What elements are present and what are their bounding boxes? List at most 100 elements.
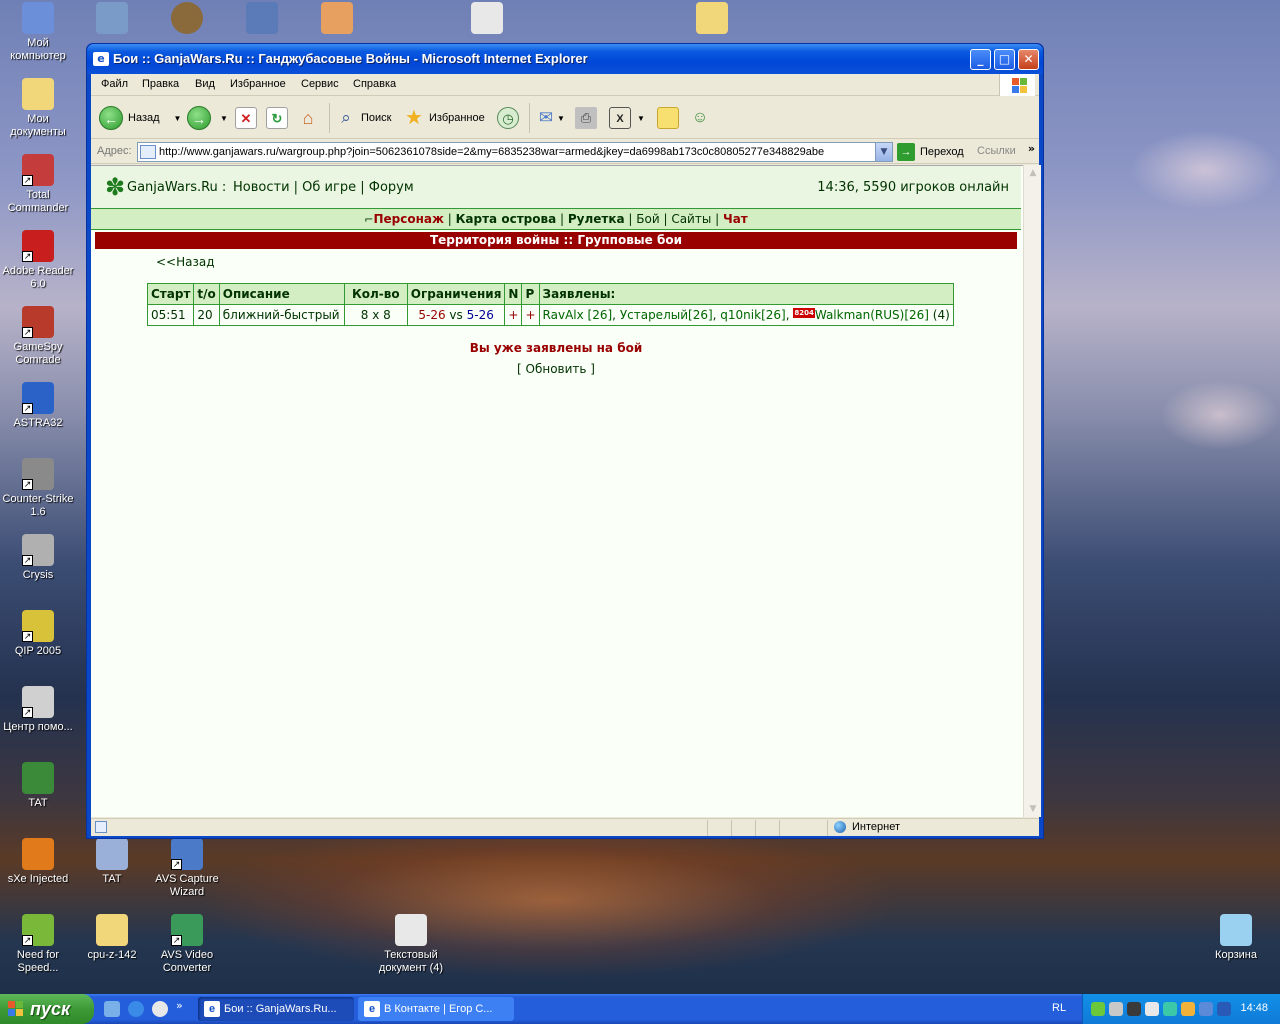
- menu-map-link[interactable]: Карта острова: [456, 212, 557, 226]
- volume-icon[interactable]: [1145, 1002, 1159, 1016]
- language-indicator[interactable]: RL: [1052, 1002, 1066, 1014]
- desktop-icon-counter-strike[interactable]: ↗ Counter-Strike 1.6: [0, 458, 76, 519]
- taskbar-button-ganjawars[interactable]: e Бои :: GanjaWars.Ru...: [198, 997, 354, 1021]
- player-link[interactable]: q10nik[26]: [720, 308, 785, 322]
- scroll-down-arrow-icon[interactable]: ▼: [1025, 801, 1041, 817]
- messenger-button[interactable]: ☺: [689, 105, 711, 131]
- menu-chat-link[interactable]: Чат: [723, 212, 748, 226]
- clock[interactable]: 14:48: [1240, 1002, 1268, 1014]
- stop-button[interactable]: ✕: [235, 105, 257, 131]
- desktop-icon-qip[interactable]: ↗ QIP 2005: [0, 610, 76, 658]
- menu-file[interactable]: Файл: [101, 78, 128, 90]
- menu-edit[interactable]: Правка: [142, 78, 179, 90]
- desktop-icon-hidden[interactable]: [149, 2, 225, 37]
- player-link[interactable]: RavAlx [26]: [543, 308, 613, 322]
- desktop-icon-hidden[interactable]: [224, 2, 300, 37]
- forward-button[interactable]: → ▼: [187, 105, 228, 131]
- menu-fight-link[interactable]: Бой: [636, 212, 659, 226]
- site-name[interactable]: GanjaWars.Ru :: [127, 180, 226, 195]
- menu-favorites[interactable]: Избранное: [230, 78, 286, 90]
- ganja-leaf-logo-icon[interactable]: ✽: [105, 172, 125, 202]
- nav-about-link[interactable]: Об игре: [302, 180, 356, 195]
- desktop-icon-hidden[interactable]: [74, 2, 150, 37]
- chevron-down-icon[interactable]: ▼: [637, 114, 645, 123]
- window-titlebar[interactable]: e Бои :: GanjaWars.Ru :: Ганджубасовые В…: [87, 44, 1043, 74]
- chevron-right-icon[interactable]: »: [176, 1000, 192, 1017]
- ie-icon[interactable]: [128, 1001, 144, 1017]
- network-icon[interactable]: [1217, 1002, 1231, 1016]
- url-input[interactable]: [159, 144, 871, 160]
- favorites-button[interactable]: ★ Избранное: [403, 105, 485, 131]
- minimize-button[interactable]: _: [970, 49, 991, 70]
- desktop-icon-gamespy[interactable]: ↗ GameSpy Comrade: [0, 306, 76, 367]
- desktop-icon-sxe-injected[interactable]: sXe Injected: [0, 838, 76, 886]
- print-button[interactable]: ⎙: [575, 105, 597, 131]
- already-applied-message: Вы уже заявлены на бой: [469, 341, 643, 355]
- media-player-icon[interactable]: [152, 1001, 168, 1017]
- syndicate-badge-icon[interactable]: 8204: [793, 308, 815, 318]
- menu-help[interactable]: Справка: [353, 78, 396, 90]
- close-button[interactable]: ✕: [1018, 49, 1039, 70]
- tray-icon[interactable]: [1091, 1002, 1105, 1016]
- chevron-right-icon[interactable]: »: [1028, 142, 1035, 155]
- chevron-down-icon[interactable]: ▼: [174, 114, 182, 123]
- player-link[interactable]: Walkman(RUS)[26]: [815, 308, 929, 322]
- desktop-icon-my-documents[interactable]: Мои документы: [0, 78, 76, 139]
- desktop-icon-hidden[interactable]: [449, 2, 525, 37]
- tray-icon[interactable]: [1127, 1002, 1141, 1016]
- go-button[interactable]: → Переход: [897, 143, 964, 161]
- links-label[interactable]: Ссылки: [977, 145, 1016, 157]
- desktop-icon-avs-video[interactable]: ↗ AVS Video Converter: [149, 914, 225, 975]
- desktop-icon-hidden[interactable]: [674, 2, 750, 37]
- tray-icon[interactable]: [1199, 1002, 1213, 1016]
- show-desktop-icon[interactable]: [104, 1001, 120, 1017]
- desktop-icon-tat[interactable]: TAT: [0, 762, 76, 810]
- desktop-icon-total-commander[interactable]: ↗ Total Commander: [0, 154, 76, 215]
- cell-n[interactable]: +: [504, 304, 523, 326]
- search-button[interactable]: ⌕ Поиск: [335, 105, 391, 131]
- desktop-icon-help-center[interactable]: ↗ Центр помо...: [0, 686, 76, 734]
- nav-news-link[interactable]: Новости: [233, 180, 290, 195]
- chevron-down-icon[interactable]: ▼: [220, 114, 228, 123]
- desktop-icon-astra32[interactable]: ↗ ASTRA32: [0, 382, 76, 430]
- desktop-icon-hidden[interactable]: [299, 2, 375, 37]
- home-button[interactable]: ⌂: [297, 105, 319, 131]
- back-link[interactable]: <<Назад: [156, 255, 215, 269]
- vertical-scrollbar[interactable]: ▲ ▼: [1023, 165, 1041, 817]
- chevron-down-icon[interactable]: ▼: [875, 143, 892, 161]
- desktop-icon-text-document[interactable]: Текстовый документ (4): [373, 914, 449, 975]
- cell-p[interactable]: +: [521, 304, 540, 326]
- desktop-icon-tat-2[interactable]: TAT: [74, 838, 150, 886]
- menu-view[interactable]: Вид: [195, 78, 215, 90]
- desktop-icon-recycle-bin[interactable]: Корзина: [1198, 914, 1274, 962]
- messenger-icon: ☺: [691, 109, 709, 126]
- refresh-link[interactable]: [ Обновить ]: [91, 362, 1021, 376]
- chevron-down-icon[interactable]: ▼: [557, 114, 565, 123]
- back-button[interactable]: ← Назад ▼: [99, 105, 181, 131]
- tray-icon[interactable]: [1163, 1002, 1177, 1016]
- menu-roulette-link[interactable]: Рулетка: [568, 212, 625, 226]
- menu-tools[interactable]: Сервис: [301, 78, 339, 90]
- taskbar-button-vkontakte[interactable]: e В Контакте | Егор С...: [358, 997, 514, 1021]
- menu-sites-link[interactable]: Сайты: [671, 212, 711, 226]
- desktop-icon-avs-capture[interactable]: ↗ AVS Capture Wizard: [149, 838, 225, 899]
- address-field[interactable]: ▼: [137, 142, 893, 162]
- notes-button[interactable]: [657, 105, 679, 131]
- desktop-icon-cpu-z[interactable]: cpu-z-142: [74, 914, 150, 962]
- scroll-up-arrow-icon[interactable]: ▲: [1025, 165, 1041, 181]
- nav-forum-link[interactable]: Форум: [369, 180, 414, 195]
- desktop-icon-need-for-speed[interactable]: ↗ Need for Speed...: [0, 914, 76, 975]
- player-link[interactable]: Устарелый[26]: [620, 308, 713, 322]
- menu-personage-link[interactable]: Персонаж: [373, 212, 443, 226]
- maximize-button[interactable]: □: [994, 49, 1015, 70]
- desktop-icon-my-computer[interactable]: Мой компьютер: [0, 2, 76, 63]
- start-button[interactable]: пуск: [0, 994, 94, 1024]
- refresh-button[interactable]: ↻: [266, 105, 288, 131]
- mail-button[interactable]: ✉ ▼: [535, 105, 565, 131]
- history-button[interactable]: ◷: [497, 105, 519, 131]
- desktop-icon-crysis[interactable]: ↗ Crysis: [0, 534, 76, 582]
- tray-icon[interactable]: [1181, 1002, 1195, 1016]
- tray-icon[interactable]: [1109, 1002, 1123, 1016]
- edit-button[interactable]: X ▼: [609, 105, 645, 131]
- desktop-icon-adobe-reader[interactable]: ↗ Adobe Reader 6.0: [0, 230, 76, 291]
